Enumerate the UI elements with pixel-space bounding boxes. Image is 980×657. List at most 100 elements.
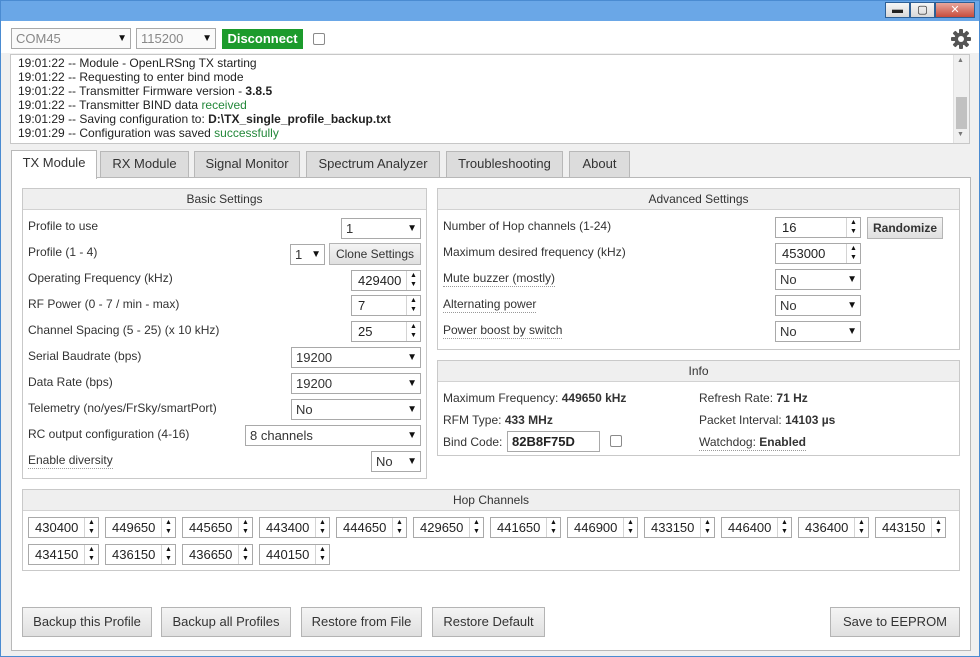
hop-channel-input[interactable]: 436650 ▲ ▼ bbox=[182, 544, 253, 565]
title-bar[interactable]: ▬ ▢ ✕ bbox=[1, 1, 979, 21]
log-line: 19:01:22 -- Transmitter Firmware version… bbox=[18, 84, 273, 98]
restore-default-button[interactable]: Restore Default bbox=[432, 607, 545, 637]
close-button[interactable]: ✕ bbox=[935, 2, 975, 18]
tab-troubleshooting[interactable]: Troubleshooting bbox=[446, 151, 563, 177]
hop-channel-input[interactable]: 446400 ▲ ▼ bbox=[721, 517, 792, 538]
spinner-arrows-icon[interactable]: ▲ ▼ bbox=[84, 545, 98, 564]
save-eeprom-button[interactable]: Save to EEPROM bbox=[830, 607, 960, 637]
randomize-button[interactable]: Randomize bbox=[867, 217, 943, 239]
spinner-arrows-icon[interactable]: ▲ ▼ bbox=[700, 518, 714, 537]
log-line: 19:01:22 -- Module - OpenLRSng TX starti… bbox=[18, 56, 257, 70]
hop-channel-input[interactable]: 445650 ▲ ▼ bbox=[182, 517, 253, 538]
hop-channel-input[interactable]: 444650 ▲ ▼ bbox=[336, 517, 407, 538]
spinner-arrows-icon[interactable]: ▲ ▼ bbox=[84, 518, 98, 537]
tab-about[interactable]: About bbox=[569, 151, 630, 177]
spinner-arrows-icon[interactable]: ▲ ▼ bbox=[623, 518, 637, 537]
port-select[interactable]: COM45 ▼ bbox=[11, 28, 131, 49]
alternating-power-label: Alternating power bbox=[443, 297, 537, 313]
spinner-arrows-icon[interactable]: ▲ ▼ bbox=[777, 518, 791, 537]
hop-channel-input[interactable]: 429650 ▲ ▼ bbox=[413, 517, 484, 538]
hop-channel-input[interactable]: 443400 ▲ ▼ bbox=[259, 517, 330, 538]
channel-spacing-input[interactable]: 25 ▲ ▼ bbox=[351, 321, 421, 342]
hop-channel-input[interactable]: 446900 ▲ ▼ bbox=[567, 517, 638, 538]
hop-channel-input[interactable]: 441650 ▲ ▼ bbox=[490, 517, 561, 538]
serial-baud-select[interactable]: 19200 ▼ bbox=[291, 347, 421, 368]
bind-code-input[interactable]: 82B8F75D bbox=[507, 431, 600, 452]
advanced-settings-title: Advanced Settings bbox=[438, 189, 959, 210]
auto-connect-checkbox[interactable] bbox=[313, 33, 325, 45]
minimize-button[interactable]: ▬ bbox=[885, 2, 910, 18]
channel-spacing-value: 25 bbox=[358, 324, 373, 339]
tab-spectrum-analyzer[interactable]: Spectrum Analyzer bbox=[306, 151, 440, 177]
spinner-arrows-icon[interactable]: ▲ ▼ bbox=[238, 518, 252, 537]
tab-rx-module[interactable]: RX Module bbox=[100, 151, 189, 177]
mute-buzzer-select[interactable]: No ▼ bbox=[775, 269, 861, 290]
scroll-up-icon[interactable]: ▲ bbox=[957, 57, 964, 64]
spinner-arrows-icon[interactable]: ▲ ▼ bbox=[406, 322, 420, 341]
hop-channel-input[interactable]: 433150 ▲ ▼ bbox=[644, 517, 715, 538]
baud-select[interactable]: 115200 ▼ bbox=[136, 28, 216, 49]
spinner-arrows-icon[interactable]: ▲ ▼ bbox=[546, 518, 560, 537]
bind-code-label: Bind Code: bbox=[443, 435, 503, 449]
spinner-arrows-icon[interactable]: ▲ ▼ bbox=[161, 518, 175, 537]
basic-settings-title: Basic Settings bbox=[23, 189, 426, 210]
port-value: COM45 bbox=[16, 31, 61, 46]
hop-channel-input[interactable]: 430400 ▲ ▼ bbox=[28, 517, 99, 538]
max-frequency-input[interactable]: 453000 ▲ ▼ bbox=[775, 243, 861, 264]
maximize-button[interactable]: ▢ bbox=[910, 2, 935, 18]
hop-channel-input[interactable]: 440150 ▲ ▼ bbox=[259, 544, 330, 565]
profile-range-select[interactable]: 1 ▼ bbox=[290, 244, 325, 265]
hop-channel-input[interactable]: 449650 ▲ ▼ bbox=[105, 517, 176, 538]
profile-select[interactable]: 1 ▼ bbox=[341, 218, 421, 239]
profile-value: 1 bbox=[346, 221, 354, 236]
chevron-down-icon: ▼ bbox=[407, 430, 417, 441]
spinner-arrows-icon[interactable]: ▲ ▼ bbox=[392, 518, 406, 537]
connection-toolbar: COM45 ▼ 115200 ▼ bbox=[1, 21, 979, 53]
spinner-arrows-icon[interactable]: ▲ ▼ bbox=[406, 296, 420, 315]
spinner-arrows-icon[interactable]: ▲ ▼ bbox=[406, 271, 420, 290]
hop-channel-input[interactable]: 443150 ▲ ▼ bbox=[875, 517, 946, 538]
hop-channel-input[interactable]: 436400 ▲ ▼ bbox=[798, 517, 869, 538]
spinner-arrows-icon[interactable]: ▲ ▼ bbox=[854, 518, 868, 537]
mute-buzzer-label: Mute buzzer (mostly) bbox=[443, 271, 556, 287]
hop-channel-input[interactable]: 434150 ▲ ▼ bbox=[28, 544, 99, 565]
spinner-arrows-icon[interactable]: ▲ ▼ bbox=[315, 545, 329, 564]
spinner-arrows-icon[interactable]: ▲ ▼ bbox=[469, 518, 483, 537]
rf-power-input[interactable]: 7 ▲ ▼ bbox=[351, 295, 421, 316]
hop-count-value: 16 bbox=[782, 220, 797, 235]
backup-all-button[interactable]: Backup all Profiles bbox=[161, 607, 291, 637]
advanced-settings-box: Advanced Settings Number of Hop channels… bbox=[437, 188, 960, 350]
spinner-arrows-icon[interactable]: ▲ ▼ bbox=[931, 518, 945, 537]
disconnect-button[interactable]: Disconnect bbox=[222, 29, 303, 49]
alternating-power-select[interactable]: No ▼ bbox=[775, 295, 861, 316]
mute-buzzer-value: No bbox=[780, 272, 797, 287]
power-boost-select[interactable]: No ▼ bbox=[775, 321, 861, 342]
backup-profile-button[interactable]: Backup this Profile bbox=[22, 607, 152, 637]
chevron-down-icon: ▼ bbox=[407, 352, 417, 363]
scrollbar-thumb[interactable] bbox=[956, 97, 967, 129]
scroll-down-icon[interactable]: ▼ bbox=[957, 131, 964, 138]
serial-baud-label: Serial Baudrate (bps) bbox=[28, 349, 142, 363]
chevron-down-icon: ▼ bbox=[407, 223, 417, 234]
diversity-select[interactable]: No ▼ bbox=[371, 451, 421, 472]
log-scrollbar[interactable]: ▲ ▼ bbox=[953, 55, 969, 143]
profile-range-value: 1 bbox=[295, 247, 303, 262]
data-rate-select[interactable]: 19200 ▼ bbox=[291, 373, 421, 394]
restore-file-button[interactable]: Restore from File bbox=[301, 607, 422, 637]
spinner-arrows-icon[interactable]: ▲ ▼ bbox=[846, 218, 860, 237]
spinner-arrows-icon[interactable]: ▲ ▼ bbox=[238, 545, 252, 564]
hop-channel-input[interactable]: 436150 ▲ ▼ bbox=[105, 544, 176, 565]
gear-icon[interactable] bbox=[950, 28, 972, 50]
rc-output-select[interactable]: 8 channels ▼ bbox=[245, 425, 421, 446]
tab-tx-module[interactable]: TX Module bbox=[11, 150, 97, 179]
hop-count-input[interactable]: 16 ▲ ▼ bbox=[775, 217, 861, 238]
clone-settings-button[interactable]: Clone Settings bbox=[329, 243, 421, 265]
frequency-input[interactable]: 429400 ▲ ▼ bbox=[351, 270, 421, 291]
spinner-arrows-icon[interactable]: ▲ ▼ bbox=[161, 545, 175, 564]
telemetry-select[interactable]: No ▼ bbox=[291, 399, 421, 420]
bind-code-checkbox[interactable] bbox=[610, 435, 622, 447]
spinner-arrows-icon[interactable]: ▲ ▼ bbox=[846, 244, 860, 263]
tab-signal-monitor[interactable]: Signal Monitor bbox=[194, 151, 300, 177]
log-console[interactable]: 19:01:22 -- Module - OpenLRSng TX starti… bbox=[10, 54, 970, 144]
spinner-arrows-icon[interactable]: ▲ ▼ bbox=[315, 518, 329, 537]
